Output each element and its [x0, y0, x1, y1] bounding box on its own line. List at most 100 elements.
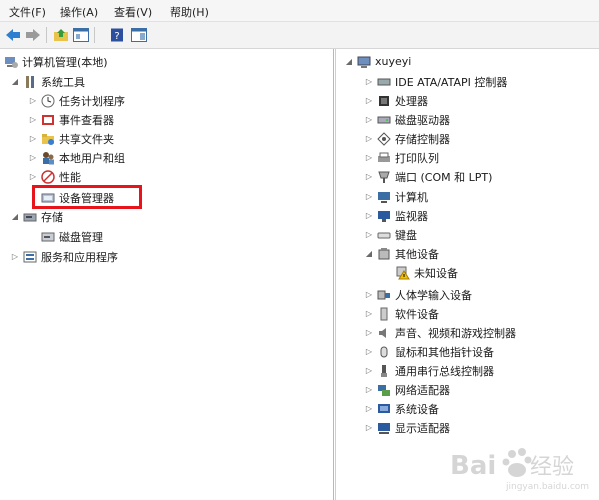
- software-device-icon: [377, 307, 391, 321]
- device-category-software-devices[interactable]: ▷ 软件设备: [364, 304, 439, 323]
- tree-label: 系统工具: [41, 75, 85, 89]
- device-category-usb[interactable]: ▷ 通用串行总线控制器: [364, 361, 494, 380]
- shared-folder-icon: [41, 132, 55, 146]
- collapsed-arrow-icon[interactable]: ▷: [10, 252, 20, 262]
- device-category-sound-video[interactable]: ▷ 声音、视频和游戏控制器: [364, 323, 516, 342]
- up-folder-button[interactable]: [52, 26, 70, 44]
- expanded-arrow-icon[interactable]: ◢: [10, 77, 20, 87]
- collapsed-arrow-icon[interactable]: ▷: [364, 423, 374, 433]
- menu-file[interactable]: 文件(F): [9, 4, 46, 20]
- collapsed-arrow-icon[interactable]: ▷: [28, 96, 38, 106]
- tree-item-task-scheduler[interactable]: ▷ 任务计划程序: [28, 91, 125, 110]
- device-category-disk-drives[interactable]: ▷ 磁盘驱动器: [364, 110, 450, 129]
- collapsed-arrow-icon[interactable]: ▷: [28, 153, 38, 163]
- collapsed-arrow-icon[interactable]: ▷: [28, 134, 38, 144]
- tree-item-storage[interactable]: ◢ 存储: [10, 207, 63, 226]
- usb-icon: [377, 364, 391, 378]
- device-category-ide[interactable]: ▷ IDE ATA/ATAPI 控制器: [364, 72, 507, 91]
- show-hide-tree-button[interactable]: [72, 26, 90, 44]
- menu-view[interactable]: 查看(V): [114, 4, 152, 20]
- device-category-monitors[interactable]: ▷ 监视器: [364, 206, 428, 225]
- tree-label: IDE ATA/ATAPI 控制器: [395, 75, 508, 89]
- collapsed-arrow-icon[interactable]: ▷: [364, 309, 374, 319]
- tree-label: 打印队列: [395, 151, 439, 165]
- menu-help[interactable]: 帮助(H): [170, 4, 209, 20]
- collapsed-arrow-icon[interactable]: ▷: [364, 385, 374, 395]
- tree-item-shared-folders[interactable]: ▷ 共享文件夹: [28, 129, 114, 148]
- tree-label: 服务和应用程序: [41, 250, 118, 264]
- collapsed-arrow-icon[interactable]: ▷: [364, 290, 374, 300]
- expanded-arrow-icon[interactable]: ◢: [10, 212, 20, 222]
- collapsed-arrow-icon[interactable]: ▷: [364, 404, 374, 414]
- computer-management-icon: [4, 55, 18, 69]
- expanded-arrow-icon[interactable]: ◢: [344, 57, 354, 67]
- device-category-ports[interactable]: ▷ 端口 (COM 和 LPT): [364, 167, 492, 186]
- baidu-watermark-logo: Bai 经验 jingyan.baidu.com: [450, 448, 589, 492]
- tree-label: 端口 (COM 和 LPT): [395, 170, 493, 184]
- system-device-icon: [377, 402, 391, 416]
- tree-label: 磁盘驱动器: [395, 113, 450, 127]
- device-category-display-adapters[interactable]: ▷ 显示适配器: [364, 418, 450, 437]
- console-tree-pane[interactable]: 计算机管理(本地) ◢ 系统工具 ▷ 任务计划程序 ▷ 事件查看器 ▷ 共享文件…: [0, 49, 334, 500]
- device-category-other-devices[interactable]: ◢ 其他设备: [364, 244, 439, 263]
- tree-label: 存储: [41, 210, 63, 224]
- show-action-pane-button[interactable]: [130, 26, 148, 44]
- device-category-print-queues[interactable]: ▷ 打印队列: [364, 148, 439, 167]
- tree-label: 键盘: [395, 228, 417, 242]
- tree-item-computer-management[interactable]: 计算机管理(本地): [4, 52, 108, 71]
- printer-icon: [377, 151, 391, 165]
- tree-label: 系统设备: [395, 402, 439, 416]
- collapsed-arrow-icon[interactable]: ▷: [364, 328, 374, 338]
- warning-device-icon: [396, 266, 410, 280]
- back-button[interactable]: [4, 26, 22, 44]
- device-category-network-adapters[interactable]: ▷ 网络适配器: [364, 380, 450, 399]
- collapsed-arrow-icon[interactable]: ▷: [364, 77, 374, 87]
- collapsed-arrow-icon[interactable]: ▷: [364, 366, 374, 376]
- collapsed-arrow-icon[interactable]: ▷: [364, 172, 374, 182]
- console-tree-icon: [73, 28, 89, 42]
- storage-icon: [23, 210, 37, 224]
- tree-item-system-tools[interactable]: ◢ 系统工具: [10, 72, 85, 91]
- collapsed-arrow-icon[interactable]: ▷: [364, 347, 374, 357]
- device-category-keyboards[interactable]: ▷ 键盘: [364, 225, 417, 244]
- hid-icon: [377, 288, 391, 302]
- tree-item-performance[interactable]: ▷ 性能: [28, 167, 81, 186]
- svg-text:jingyan.baidu.com: jingyan.baidu.com: [505, 482, 589, 492]
- tree-label: 共享文件夹: [59, 132, 114, 146]
- disk-drive-icon: [377, 113, 391, 127]
- tree-item-event-viewer[interactable]: ▷ 事件查看器: [28, 110, 114, 129]
- collapsed-arrow-icon[interactable]: ▷: [364, 96, 374, 106]
- collapsed-arrow-icon[interactable]: ▷: [364, 230, 374, 240]
- device-unknown-device[interactable]: 未知设备: [396, 263, 458, 282]
- menu-action[interactable]: 操作(A): [60, 4, 98, 20]
- tree-label: 网络适配器: [395, 383, 450, 397]
- collapsed-arrow-icon[interactable]: ▷: [364, 153, 374, 163]
- device-category-storage-controllers[interactable]: ▷ 存储控制器: [364, 129, 450, 148]
- performance-icon: [41, 169, 55, 184]
- device-category-mice[interactable]: ▷ 鼠标和其他指针设备: [364, 342, 494, 361]
- device-category-system-devices[interactable]: ▷ 系统设备: [364, 399, 439, 418]
- device-category-computer[interactable]: ▷ 计算机: [364, 187, 428, 206]
- storage-controller-icon: [377, 131, 391, 146]
- collapsed-arrow-icon[interactable]: ▷: [364, 134, 374, 144]
- device-root-computer[interactable]: ◢ xuyeyi: [344, 52, 411, 71]
- collapsed-arrow-icon[interactable]: ▷: [364, 192, 374, 202]
- svg-text:经验: 经验: [530, 455, 574, 480]
- help-button[interactable]: ?: [108, 26, 126, 44]
- tree-label: 软件设备: [395, 307, 439, 321]
- device-list-pane[interactable]: ◢ xuyeyi ▷ IDE ATA/ATAPI 控制器 ▷ 处理器 ▷ 磁盘驱…: [335, 49, 599, 500]
- collapsed-arrow-icon[interactable]: ▷: [28, 115, 38, 125]
- device-category-hid[interactable]: ▷ 人体学输入设备: [364, 285, 472, 304]
- display-adapter-icon: [377, 421, 391, 435]
- tree-item-local-users-groups[interactable]: ▷ 本地用户和组: [28, 148, 125, 167]
- forward-button[interactable]: [24, 26, 42, 44]
- collapsed-arrow-icon[interactable]: ▷: [364, 115, 374, 125]
- collapsed-arrow-icon[interactable]: ▷: [364, 211, 374, 221]
- device-category-processor[interactable]: ▷ 处理器: [364, 91, 428, 110]
- tree-item-services-applications[interactable]: ▷ 服务和应用程序: [10, 247, 118, 266]
- expanded-arrow-icon[interactable]: ◢: [364, 249, 374, 259]
- tree-item-disk-management[interactable]: 磁盘管理: [41, 227, 103, 246]
- collapsed-arrow-icon[interactable]: ▷: [28, 172, 38, 182]
- tree-label: 监视器: [395, 209, 428, 223]
- red-highlight-annotation: [32, 185, 142, 209]
